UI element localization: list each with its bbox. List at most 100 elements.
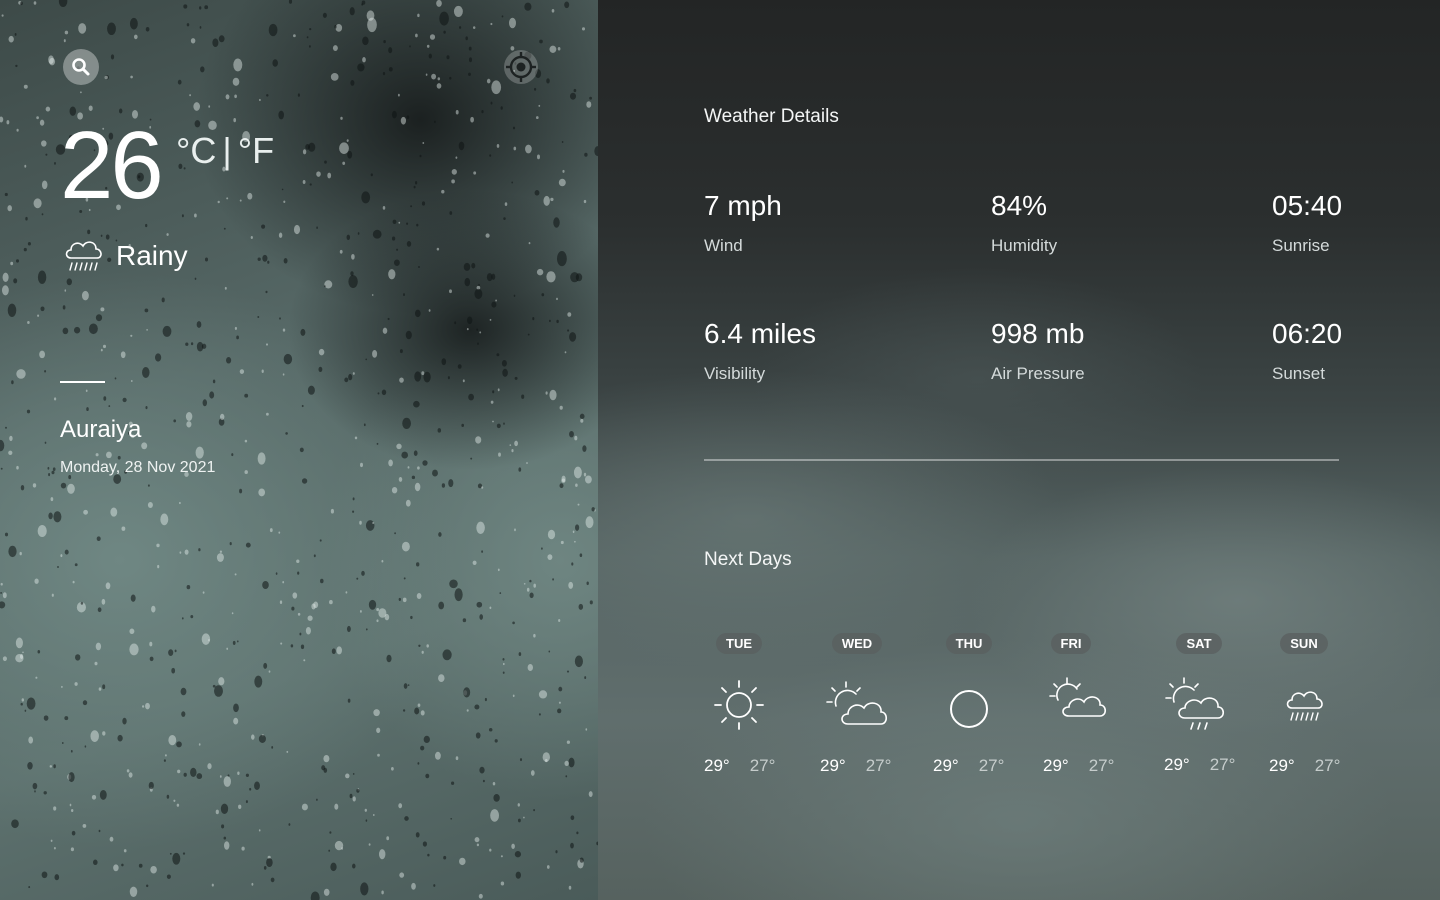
rain-drop [220, 413, 225, 421]
rain-drop [80, 91, 82, 94]
rain-drop [541, 293, 545, 297]
rain-drop [491, 273, 496, 280]
rain-drop [570, 815, 575, 821]
rain-drop [397, 93, 400, 97]
rain-drop [320, 578, 324, 584]
rain-drop [234, 326, 237, 330]
rain-drop [23, 84, 28, 89]
rain-drop [534, 87, 537, 91]
rain-drop [347, 698, 351, 703]
rain-drop [556, 297, 558, 301]
rain-drop [485, 233, 490, 238]
sun-icon [714, 680, 764, 730]
forecast-day-wed[interactable]: WED [817, 633, 897, 654]
celsius-toggle[interactable]: °C [176, 130, 216, 171]
rain-drop [244, 470, 248, 475]
rain-drop [181, 214, 184, 218]
rain-drop [61, 685, 63, 688]
detail-air-pressure: 998 mb Air Pressure [991, 318, 1085, 384]
rain-drop [400, 116, 407, 125]
rain-drop [557, 708, 562, 714]
rain-drop [26, 409, 31, 414]
rain-drop [10, 261, 14, 266]
rain-drop [365, 520, 375, 531]
rain-drop [100, 307, 105, 312]
rain-drop [238, 804, 242, 810]
rain-drop [51, 470, 55, 475]
rain-drop [208, 638, 210, 642]
detail-value: 7 mph [704, 190, 782, 221]
rain-drop [468, 393, 474, 401]
rain-drop [297, 93, 300, 97]
rain-drop [450, 817, 453, 820]
low-temp: 27° [1088, 756, 1115, 775]
current-location-button[interactable] [503, 49, 539, 85]
rain-drop [104, 75, 108, 80]
rain-drop [569, 332, 577, 342]
forecast-day-sat[interactable]: SAT [1159, 633, 1239, 654]
rain-drop [368, 599, 377, 610]
rain-drop [163, 759, 166, 762]
unit-separator: | [222, 130, 232, 171]
rain-drop [1, 285, 9, 296]
current-temperature: 26 [60, 118, 164, 214]
detail-label: Sunrise [1272, 236, 1330, 255]
rain-drop [130, 75, 133, 79]
rain-drop [39, 119, 45, 126]
rain-drop [302, 149, 307, 155]
rain-drop [306, 36, 309, 39]
rain-drop [70, 847, 74, 852]
forecast-day-tue[interactable]: TUE [699, 633, 779, 654]
rain-drop [386, 836, 390, 841]
rain-drop [74, 563, 78, 567]
rain-drop [396, 248, 399, 251]
rain-drop [2, 272, 9, 282]
rain-drop [472, 560, 477, 565]
rain-drop [61, 741, 64, 745]
rain-drop [441, 483, 446, 488]
rain-drop [559, 483, 564, 489]
rain-drop [585, 728, 588, 731]
rain-drop [514, 528, 516, 532]
rain-drop [399, 349, 403, 354]
divider [60, 381, 105, 383]
rain-drop [319, 539, 322, 542]
rain-drop [162, 325, 172, 337]
rain-drop [233, 118, 237, 123]
rain-drop [130, 594, 136, 602]
forecast-day-thu[interactable]: THU [929, 633, 1009, 654]
rain-drop [50, 497, 54, 502]
forecast-day-sun[interactable]: SUN [1264, 633, 1344, 654]
rain-drop [219, 550, 223, 553]
rain-drop [254, 781, 260, 790]
rain-drop [64, 30, 69, 35]
rain-drop [581, 27, 586, 31]
rain-drop [105, 582, 111, 590]
rain-drop [548, 650, 551, 653]
rain-drop [60, 482, 67, 489]
rain-drop [346, 625, 351, 633]
rain-drop [345, 773, 350, 779]
rain-drop [141, 442, 148, 450]
rain-drop [415, 832, 420, 838]
rain-drop [443, 30, 446, 34]
forecast-day-fri[interactable]: FRI [1031, 633, 1111, 654]
rain-drop [454, 321, 457, 325]
rain-drop [313, 554, 316, 558]
rain-drop [350, 271, 354, 276]
rain-drop [266, 857, 273, 868]
rain-drop [28, 886, 31, 889]
fahrenheit-toggle[interactable]: °F [238, 130, 274, 171]
rain-drop [406, 115, 410, 120]
rain-drop [128, 772, 133, 778]
rain-drop [309, 183, 312, 186]
rain-drop [407, 466, 410, 469]
rain-drop [70, 749, 73, 753]
rain-drop [283, 258, 288, 264]
search-button[interactable] [63, 49, 99, 85]
rain-drop [585, 475, 592, 484]
rain-drop [283, 200, 286, 203]
rain-drop [449, 289, 452, 294]
rain-drop [403, 577, 406, 580]
rain-drop [324, 160, 327, 164]
